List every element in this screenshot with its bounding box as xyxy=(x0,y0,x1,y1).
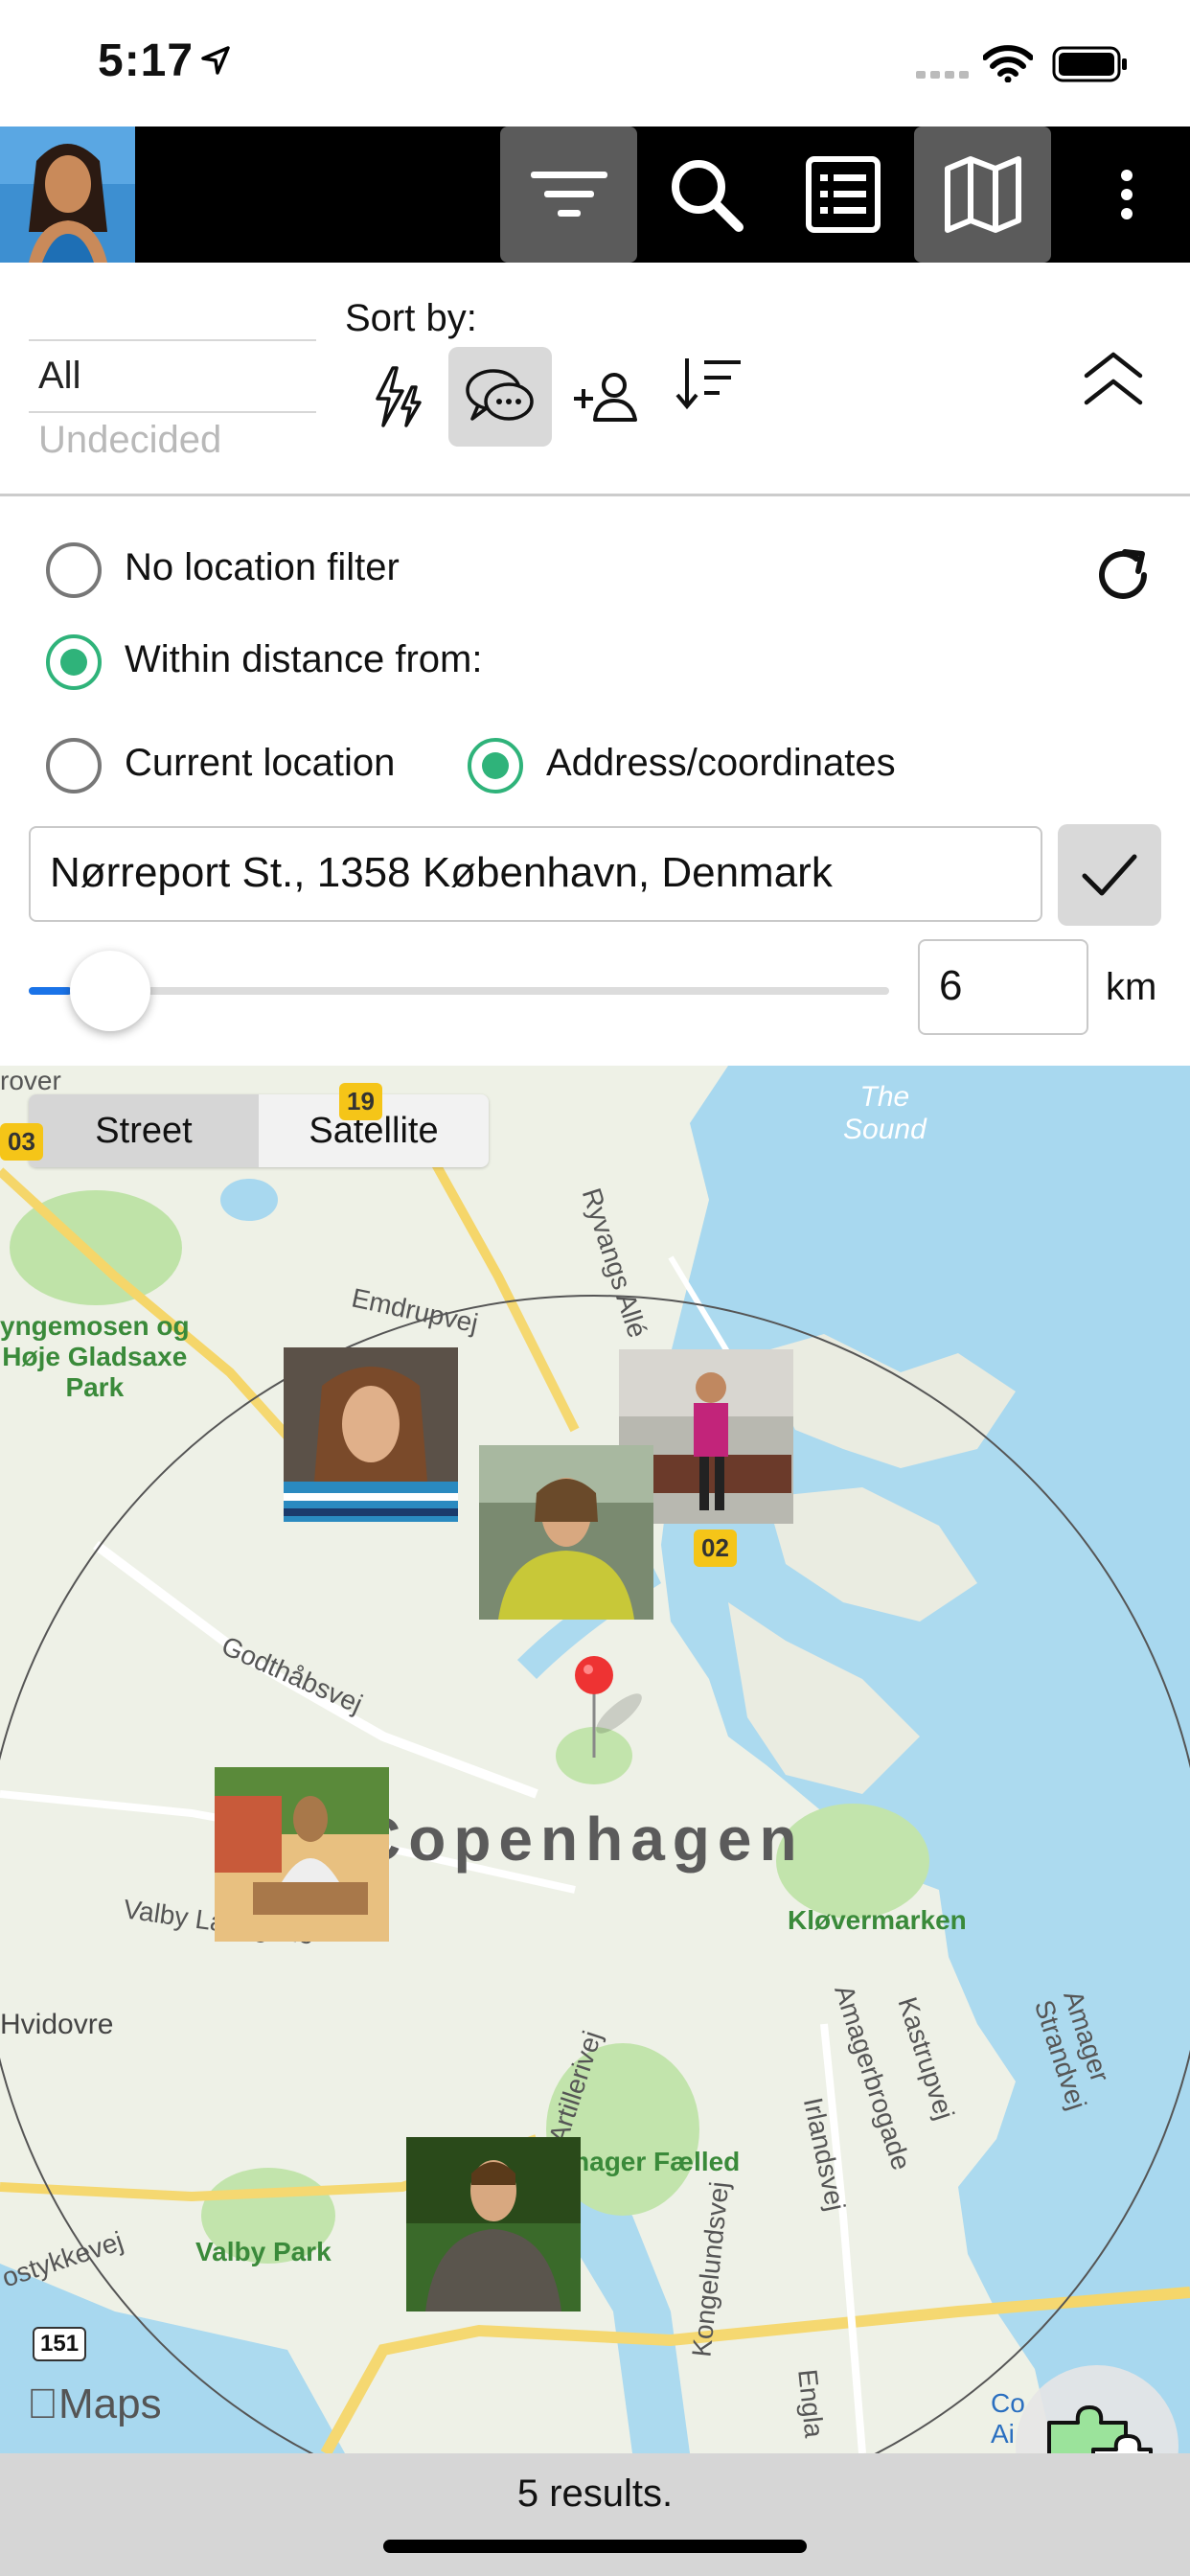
location-filter-panel: No location filter Within distance from:… xyxy=(0,496,1190,1066)
distance-slider-fill xyxy=(29,987,72,995)
apple-logo-icon:  xyxy=(27,2380,58,2427)
distance-input[interactable]: 6 xyxy=(918,939,1088,1035)
search-icon xyxy=(671,160,744,232)
map-label-park3: Valby Park xyxy=(195,2237,332,2266)
map-label-area1: Hvidovre xyxy=(0,2009,114,2040)
activity-icon xyxy=(376,366,422,427)
location-arrow-icon xyxy=(201,46,230,75)
address-input[interactable]: Nørreport St., 1358 København, Denmark xyxy=(29,826,1042,922)
map-profile-photo-5[interactable] xyxy=(406,2137,581,2312)
picker-next[interactable]: Undecided xyxy=(29,413,316,468)
status-bar: 5:17 xyxy=(0,0,1190,126)
search-button[interactable] xyxy=(637,126,774,263)
map-profile-photo-3[interactable] xyxy=(479,1445,653,1620)
sort-new-contacts-button[interactable] xyxy=(554,347,657,447)
map-label-park1: Kløvermarken xyxy=(788,1905,967,1935)
map-label-sea: The Sound xyxy=(843,1081,927,1145)
map-type-street[interactable]: Street xyxy=(29,1094,259,1167)
map-view-button[interactable] xyxy=(914,126,1051,263)
within-distance-radio[interactable] xyxy=(46,634,102,690)
road-shield-151: 151 xyxy=(33,2327,87,2361)
home-indicator[interactable] xyxy=(383,2540,807,2553)
list-icon xyxy=(805,156,881,233)
top-toolbar xyxy=(0,126,1190,263)
list-view-button[interactable] xyxy=(774,126,911,263)
signal-icon xyxy=(916,71,969,79)
filter-icon xyxy=(530,172,607,217)
distance-unit: km xyxy=(1106,966,1157,1008)
no-location-filter-radio[interactable] xyxy=(46,542,102,598)
refresh-icon[interactable] xyxy=(1092,544,1154,606)
checkmark-icon xyxy=(1082,854,1137,896)
map-view[interactable]: Street Satellite The Sound yngemosen og … xyxy=(0,1066,1190,2453)
address-coordinates-label: Address/coordinates xyxy=(546,742,896,784)
map-type-toggle[interactable]: Street Satellite xyxy=(29,1094,489,1167)
map-profile-photo-4[interactable] xyxy=(215,1767,389,1942)
map-pin-icon[interactable] xyxy=(571,1656,657,1761)
more-menu-button[interactable] xyxy=(1092,126,1161,263)
road-shield-02: 02 xyxy=(694,1530,737,1567)
distance-slider-track[interactable] xyxy=(29,987,889,995)
results-count: 5 results. xyxy=(516,2472,674,2515)
map-label-area2: yngemosen og Høje Gladsaxe Park xyxy=(0,1311,190,1402)
add-person-icon xyxy=(574,373,637,422)
sort-label: Sort by: xyxy=(345,297,477,339)
distance-slider-thumb[interactable] xyxy=(69,951,150,1031)
current-location-radio[interactable] xyxy=(46,738,102,794)
status-picker[interactable]: All Undecided xyxy=(29,339,316,468)
current-location-label: Current location xyxy=(125,742,396,784)
status-time: 5:17 xyxy=(98,35,195,86)
within-distance-label: Within distance from: xyxy=(125,638,483,680)
battery-icon xyxy=(1052,46,1127,82)
sort-chat-button[interactable] xyxy=(448,347,552,447)
chat-icon xyxy=(466,369,534,421)
sort-bar: All Undecided Sort by: xyxy=(0,263,1190,496)
address-coordinates-radio[interactable] xyxy=(468,738,523,794)
map-profile-photo-1[interactable] xyxy=(284,1347,458,1522)
filter-button[interactable] xyxy=(500,126,637,263)
wifi-icon xyxy=(983,45,1033,82)
road-shield-19: 19 xyxy=(339,1083,382,1120)
no-location-filter-label: No location filter xyxy=(125,546,400,588)
road-shield-03: 03 xyxy=(0,1123,43,1161)
map-icon xyxy=(944,156,1021,233)
chevron-double-up-icon[interactable] xyxy=(1083,351,1144,408)
sort-activity-button[interactable] xyxy=(347,347,450,447)
more-vertical-icon xyxy=(1121,170,1133,219)
avatar[interactable] xyxy=(0,126,135,263)
map-label-city: Copenhagen xyxy=(356,1805,805,1874)
maps-attribution: Maps xyxy=(27,2380,162,2427)
confirm-address-button[interactable] xyxy=(1058,824,1161,926)
sort-order-button[interactable] xyxy=(659,334,763,433)
picker-selected[interactable]: All xyxy=(29,341,316,411)
map-label-road12: rover xyxy=(0,1066,61,1095)
results-bar: 5 results. xyxy=(0,2453,1190,2576)
sort-descending-icon xyxy=(675,358,741,410)
